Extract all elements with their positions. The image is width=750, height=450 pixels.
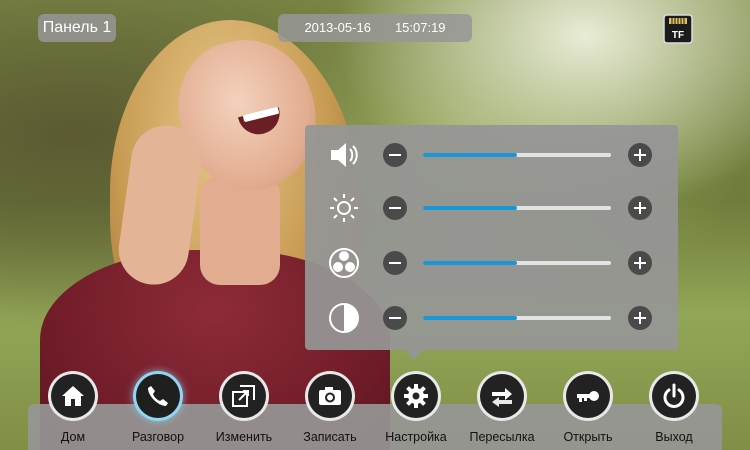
- power-icon: [663, 383, 685, 408]
- brightness-slider-fill: [423, 206, 517, 210]
- date-text: 2013-05-16: [304, 20, 371, 35]
- open-button[interactable]: [566, 374, 610, 418]
- volume-row: [305, 135, 678, 175]
- switch-window-icon: [232, 385, 255, 407]
- nav-settings[interactable]: Настройка: [376, 370, 456, 450]
- contrast-slider[interactable]: [423, 316, 611, 320]
- nav-record[interactable]: Записать: [290, 370, 370, 450]
- camera-icon: [319, 387, 341, 405]
- speaker-icon: [325, 137, 363, 173]
- color-row: [305, 243, 678, 283]
- nav-exit[interactable]: Выход: [634, 370, 714, 450]
- switch-button[interactable]: [222, 374, 266, 418]
- nav-label: Разговор: [131, 430, 185, 444]
- brightness-slider[interactable]: [423, 206, 611, 210]
- contrast-decrease-button[interactable]: [383, 306, 407, 330]
- volume-slider-fill: [423, 153, 517, 157]
- time-text: 15:07:19: [394, 20, 446, 35]
- brightness-row: [305, 188, 678, 228]
- nav-label: Пересылка: [469, 430, 535, 444]
- contrast-icon: [325, 300, 363, 336]
- volume-increase-button[interactable]: [628, 143, 652, 167]
- datetime-display: 2013-05-16 15:07:19: [278, 14, 472, 42]
- nav-switch[interactable]: Изменить: [204, 370, 284, 450]
- brightness-decrease-button[interactable]: [383, 196, 407, 220]
- gear-icon: [404, 384, 428, 408]
- nav-label: Выход: [655, 430, 693, 444]
- contrast-row: [305, 298, 678, 338]
- exit-button[interactable]: [652, 374, 696, 418]
- color-slider-fill: [423, 261, 517, 265]
- record-button[interactable]: [308, 374, 352, 418]
- transfer-icon: [492, 388, 512, 407]
- key-icon: [577, 391, 599, 402]
- color-decrease-button[interactable]: [383, 251, 407, 275]
- transfer-button[interactable]: [480, 374, 524, 418]
- nav-home[interactable]: Дом: [33, 370, 113, 450]
- nav-label: Изменить: [215, 430, 273, 444]
- brightness-icon: [325, 190, 363, 226]
- nav-open[interactable]: Открыть: [548, 370, 628, 450]
- color-increase-button[interactable]: [628, 251, 652, 275]
- person-neck: [200, 175, 280, 285]
- home-button[interactable]: [51, 374, 95, 418]
- contrast-slider-fill: [423, 316, 517, 320]
- nav-talk[interactable]: Разговор: [118, 370, 198, 450]
- brightness-increase-button[interactable]: [628, 196, 652, 220]
- panel-label[interactable]: Панель 1: [38, 14, 116, 42]
- phone-icon: [148, 386, 168, 406]
- nav-label: Записать: [303, 430, 357, 444]
- settings-button[interactable]: [394, 374, 438, 418]
- sd-card-icon: TF: [663, 14, 693, 44]
- intercom-screen: Панель 1 2013-05-16 15:07:19 TF Дом Разг…: [0, 0, 750, 450]
- color-slider[interactable]: [423, 261, 611, 265]
- nav-label: Открыть: [563, 430, 613, 444]
- contrast-increase-button[interactable]: [628, 306, 652, 330]
- color-icon: [325, 245, 363, 281]
- popup-pointer: [405, 350, 423, 360]
- nav-transfer[interactable]: Пересылка: [462, 370, 542, 450]
- volume-decrease-button[interactable]: [383, 143, 407, 167]
- volume-slider[interactable]: [423, 153, 611, 157]
- sd-card-label: TF: [672, 30, 684, 41]
- settings-popup: [305, 125, 678, 350]
- talk-button[interactable]: [136, 374, 180, 418]
- home-icon: [62, 386, 84, 406]
- nav-label: Настройка: [385, 430, 447, 444]
